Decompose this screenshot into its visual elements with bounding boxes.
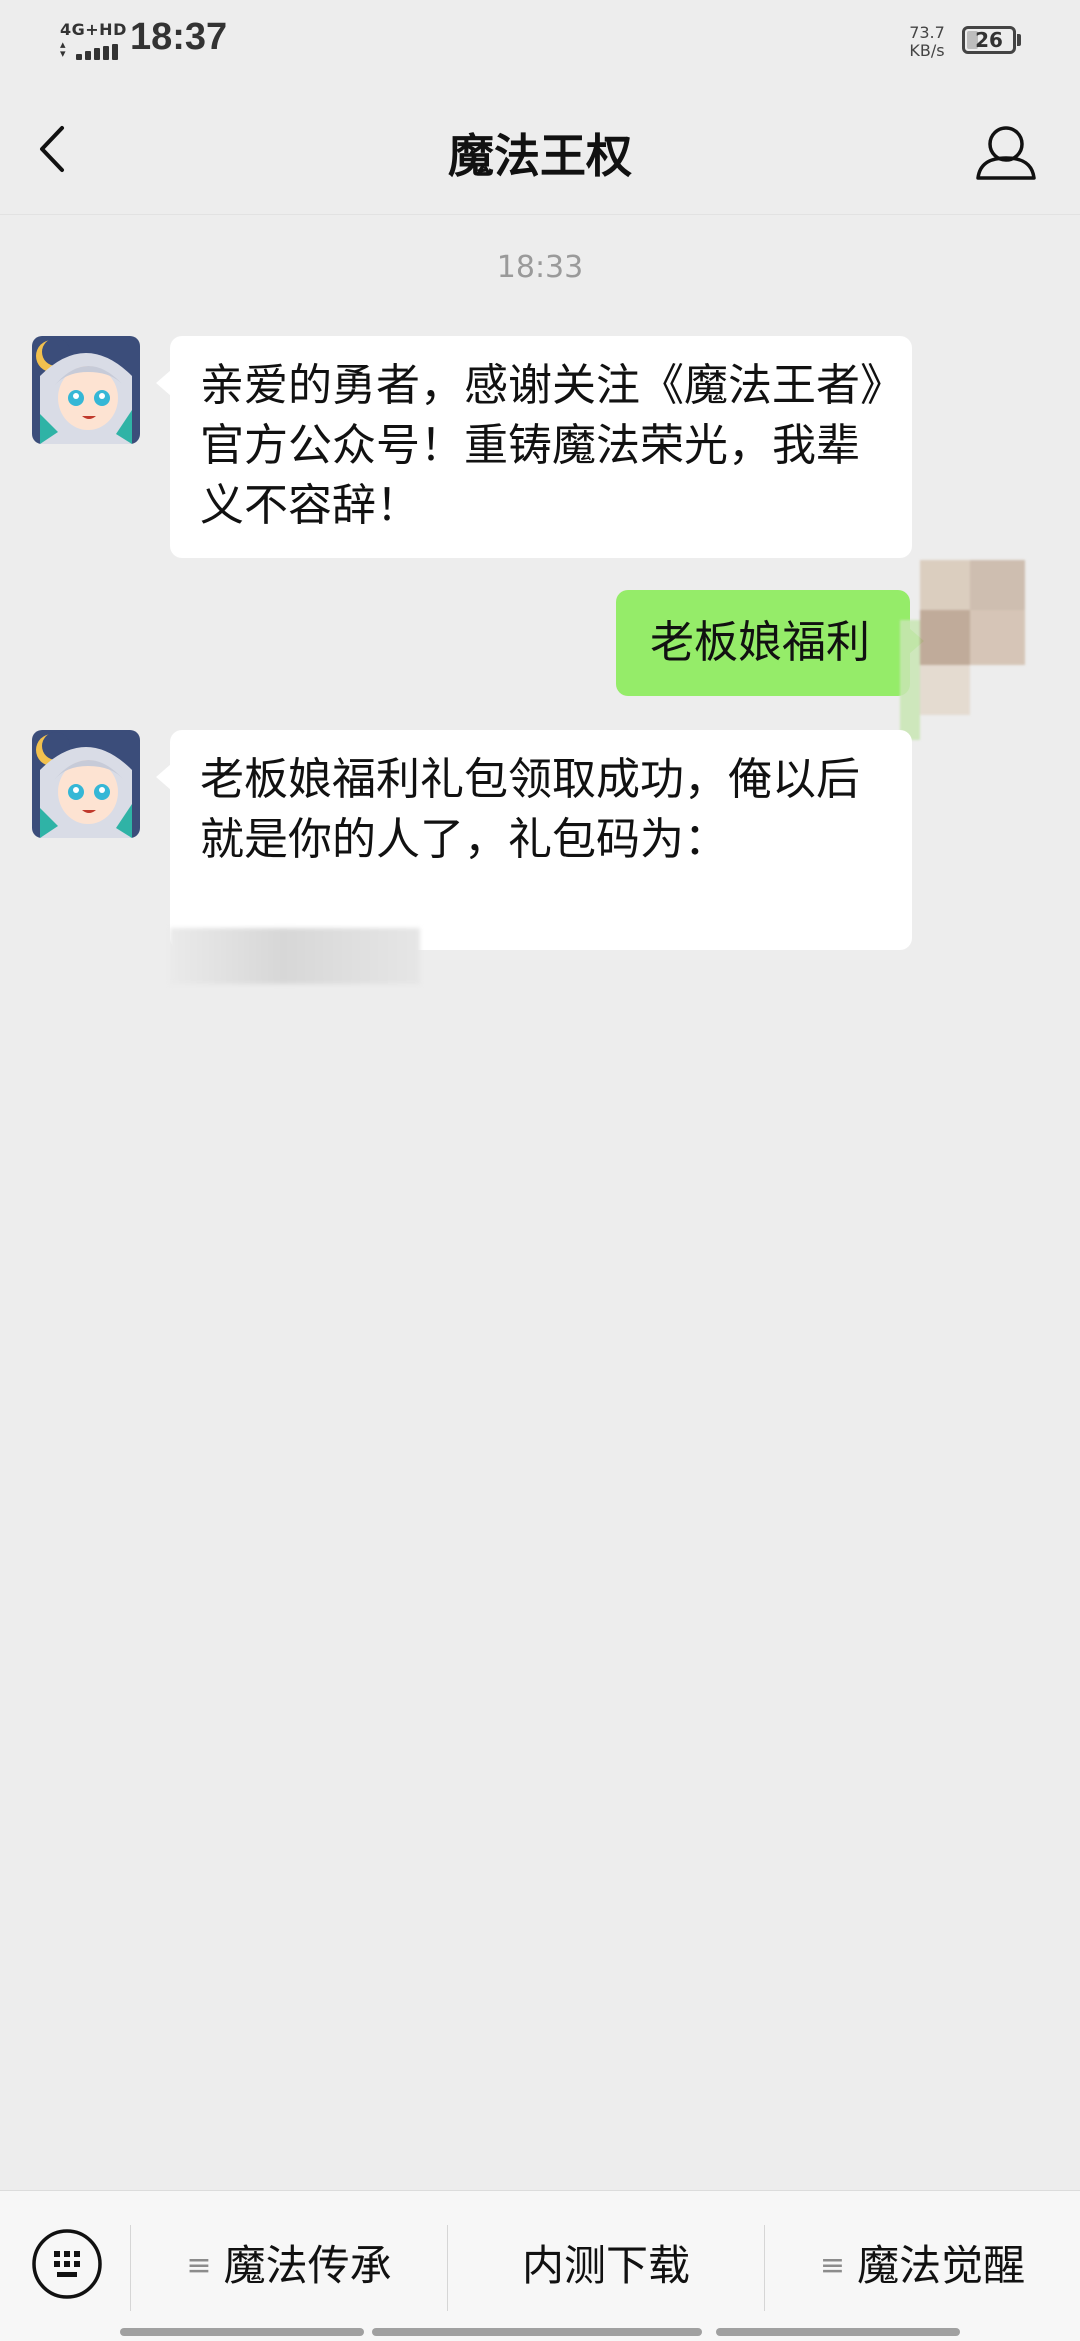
message-text: 老板娘福利礼包领取成功，俺以后就是你的人了，礼包码为： bbox=[200, 750, 882, 870]
battery-level: 26 bbox=[965, 28, 1013, 52]
bottom-menu: ≡魔法传承 内测下载 ≡魔法觉醒 bbox=[0, 2190, 1080, 2341]
keyboard-toggle-button[interactable] bbox=[30, 2227, 104, 2301]
status-time: 18:37 bbox=[130, 16, 227, 59]
page-title: 魔法王权 bbox=[200, 120, 880, 186]
profile-button[interactable] bbox=[966, 118, 1046, 188]
network-type: 4G+HD bbox=[60, 20, 127, 39]
chat-timestamp: 18:33 bbox=[0, 250, 1080, 285]
avatar[interactable] bbox=[32, 336, 140, 444]
battery-icon: 26 bbox=[962, 26, 1016, 54]
home-indicator bbox=[372, 2328, 702, 2336]
submenu-icon: ≡ bbox=[820, 2221, 845, 2311]
message-text: 亲爱的勇者，感谢关注《魔法王者》官方公众号！重铸魔法荣光，我辈义不容辞！ bbox=[200, 356, 882, 536]
message-text: 老板娘福利 bbox=[650, 613, 876, 673]
network-indicator: 4G+HD ▴▾ bbox=[60, 20, 120, 60]
home-indicator bbox=[120, 2328, 364, 2336]
signal-icon bbox=[76, 44, 120, 60]
menu-item-magic-awakening[interactable]: ≡魔法觉醒 bbox=[765, 2221, 1080, 2311]
menu-item-magic-inheritance[interactable]: ≡ 魔法传承 bbox=[131, 2221, 447, 2311]
avatar-image bbox=[32, 730, 140, 838]
message-bubble-incoming[interactable]: 亲爱的勇者，感谢关注《魔法王者》官方公众号！重铸魔法荣光，我辈义不容辞！ bbox=[170, 336, 912, 558]
home-indicator bbox=[716, 2328, 960, 2336]
person-icon bbox=[966, 118, 1046, 188]
submenu-icon: ≡ bbox=[186, 2221, 211, 2311]
network-speed: 73.7 KB/s bbox=[902, 24, 952, 60]
menu-item-label: 内测下载 bbox=[522, 2241, 690, 2290]
back-button[interactable] bbox=[20, 114, 90, 184]
menu-item-label: 魔法觉醒 bbox=[857, 2241, 1025, 2290]
message-bubble-outgoing[interactable]: 老板娘福利 bbox=[616, 590, 910, 696]
network-speed-value: 73.7 bbox=[902, 24, 952, 42]
chevron-left-icon bbox=[20, 114, 90, 184]
menu-item-label: 魔法传承 bbox=[224, 2241, 392, 2290]
avatar[interactable] bbox=[32, 730, 140, 838]
data-arrows-icon: ▴▾ bbox=[60, 40, 70, 58]
status-bar: 4G+HD ▴▾ 18:37 73.7 KB/s 26 bbox=[0, 0, 1080, 84]
blurred-avatar bbox=[900, 560, 1060, 810]
menu-item-beta-download[interactable]: 内测下载 bbox=[448, 2221, 764, 2311]
title-bar: 魔法王权 bbox=[0, 84, 1080, 215]
network-speed-unit: KB/s bbox=[902, 42, 952, 60]
battery-cap bbox=[1017, 34, 1021, 46]
keyboard-icon bbox=[30, 2227, 104, 2301]
avatar-image bbox=[32, 336, 140, 444]
message-bubble-incoming[interactable]: 老板娘福利礼包领取成功，俺以后就是你的人了，礼包码为： bbox=[170, 730, 912, 950]
redacted-gift-code bbox=[170, 928, 420, 984]
